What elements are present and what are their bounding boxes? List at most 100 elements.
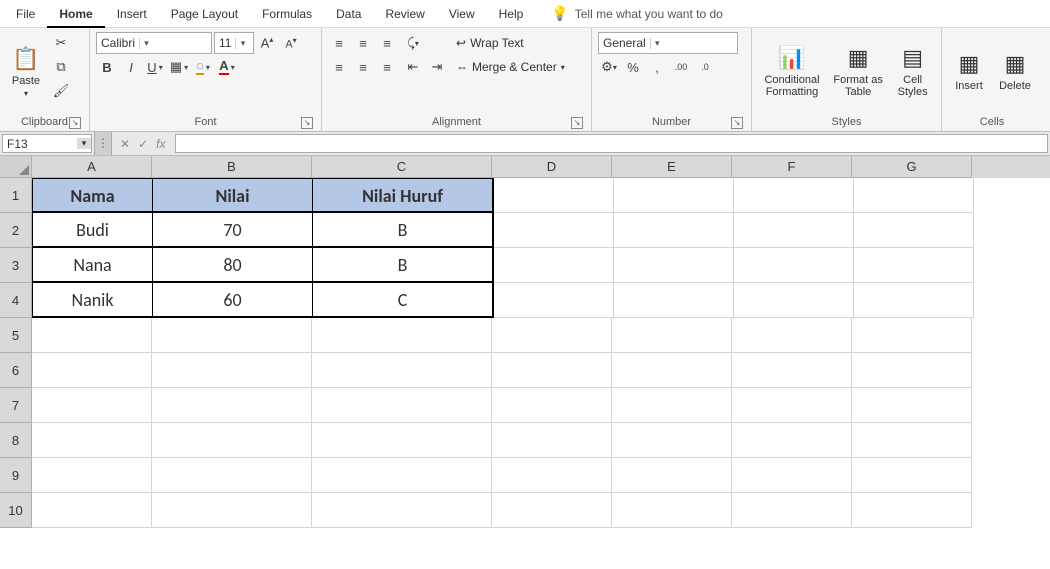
insert-cells-button[interactable]: ▦ Insert [948,32,990,110]
cell-E6[interactable] [612,353,732,388]
cell-D4[interactable] [494,283,614,318]
increase-decimal-button[interactable]: .00 [670,56,692,78]
menu-review[interactable]: Review [373,0,436,28]
fx-icon[interactable]: fx [156,137,165,151]
cell-C9[interactable] [312,458,492,493]
row-header-8[interactable]: 8 [0,423,32,458]
select-all-corner[interactable] [0,156,32,178]
cell-F6[interactable] [732,353,852,388]
cell-F10[interactable] [732,493,852,528]
orientation-button[interactable]: ⤹▾ [402,32,424,54]
cut-button[interactable]: ✂ [50,32,72,54]
cell-G5[interactable] [852,318,972,353]
cell-D7[interactable] [492,388,612,423]
increase-indent-button[interactable]: ⇥ [426,56,448,78]
cell-F3[interactable] [734,248,854,283]
format-as-table-button[interactable]: ▦ Format as Table [830,32,886,110]
cell-F5[interactable] [732,318,852,353]
cell-A9[interactable] [32,458,152,493]
menu-help[interactable]: Help [487,0,536,28]
row-header-6[interactable]: 6 [0,353,32,388]
align-left-button[interactable]: ≡ [328,56,350,78]
col-header-C[interactable]: C [312,156,492,178]
col-header-D[interactable]: D [492,156,612,178]
row-header-9[interactable]: 9 [0,458,32,493]
border-button[interactable]: ▦▾ [168,56,190,78]
cell-A7[interactable] [32,388,152,423]
cell-B10[interactable] [152,493,312,528]
row-header-7[interactable]: 7 [0,388,32,423]
menu-insert[interactable]: Insert [105,0,159,28]
dialog-launcher-icon[interactable]: ↘ [301,117,313,129]
cell-B6[interactable] [152,353,312,388]
dialog-launcher-icon[interactable]: ↘ [731,117,743,129]
bold-button[interactable]: B [96,56,118,78]
cell-A5[interactable] [32,318,152,353]
merge-center-button[interactable]: ⇔ Merge & Center ▾ [452,56,569,78]
cell-F2[interactable] [734,213,854,248]
cell-G10[interactable] [852,493,972,528]
col-header-G[interactable]: G [852,156,972,178]
cell-E10[interactable] [612,493,732,528]
cell-F7[interactable] [732,388,852,423]
cell-G6[interactable] [852,353,972,388]
cell-D8[interactable] [492,423,612,458]
cell-B9[interactable] [152,458,312,493]
cell-C6[interactable] [312,353,492,388]
col-header-A[interactable]: A [32,156,152,178]
cells-area[interactable]: Nama Nilai Nilai Huruf Budi 70 B [32,178,974,528]
fill-color-button[interactable]: ◌▾ [192,56,214,78]
cell-E7[interactable] [612,388,732,423]
col-header-B[interactable]: B [152,156,312,178]
currency-button[interactable]: ⚙▾ [598,56,620,78]
cell-B4[interactable]: 60 [153,283,313,317]
col-header-F[interactable]: F [732,156,852,178]
cell-A4[interactable]: Nanik [33,283,153,317]
dialog-launcher-icon[interactable]: ↘ [69,117,81,129]
underline-button[interactable]: U▾ [144,56,166,78]
align-bottom-button[interactable]: ≡ [376,32,398,54]
cell-D2[interactable] [494,213,614,248]
menu-page-layout[interactable]: Page Layout [159,0,250,28]
cell-G7[interactable] [852,388,972,423]
percent-button[interactable]: % [622,56,644,78]
cell-C7[interactable] [312,388,492,423]
menu-file[interactable]: File [4,0,47,28]
decrease-decimal-button[interactable]: .0 [694,56,716,78]
comma-button[interactable]: , [646,56,668,78]
cell-A3[interactable]: Nana [33,248,153,282]
menu-data[interactable]: Data [324,0,373,28]
number-format-combo[interactable]: General▾ [598,32,738,54]
row-header-1[interactable]: 1 [0,178,32,213]
cell-C10[interactable] [312,493,492,528]
cell-A1[interactable]: Nama [33,179,153,212]
cell-E3[interactable] [614,248,734,283]
cell-E8[interactable] [612,423,732,458]
cell-F9[interactable] [732,458,852,493]
cell-E9[interactable] [612,458,732,493]
cell-C4[interactable]: C [313,283,493,317]
decrease-font-button[interactable]: A▾ [280,32,302,54]
cell-D10[interactable] [492,493,612,528]
cell-C5[interactable] [312,318,492,353]
cell-C8[interactable] [312,423,492,458]
cell-styles-button[interactable]: ▤ Cell Styles [890,32,935,110]
font-color-button[interactable]: A▾ [216,56,238,78]
cell-A8[interactable] [32,423,152,458]
cell-G4[interactable] [854,283,974,318]
cell-G2[interactable] [854,213,974,248]
format-painter-button[interactable]: 🖌 [50,80,72,102]
cell-G1[interactable] [854,178,974,213]
col-header-E[interactable]: E [612,156,732,178]
cell-A2[interactable]: Budi [33,213,153,247]
menu-formulas[interactable]: Formulas [250,0,324,28]
font-name-combo[interactable]: Calibri▾ [96,32,212,54]
cell-D1[interactable] [494,178,614,213]
align-right-button[interactable]: ≡ [376,56,398,78]
cell-G9[interactable] [852,458,972,493]
row-header-4[interactable]: 4 [0,283,32,318]
cell-E1[interactable] [614,178,734,213]
wrap-text-button[interactable]: ↩ Wrap Text [452,32,569,54]
enter-icon[interactable]: ✓ [138,137,148,151]
cancel-icon[interactable]: ✕ [120,137,130,151]
